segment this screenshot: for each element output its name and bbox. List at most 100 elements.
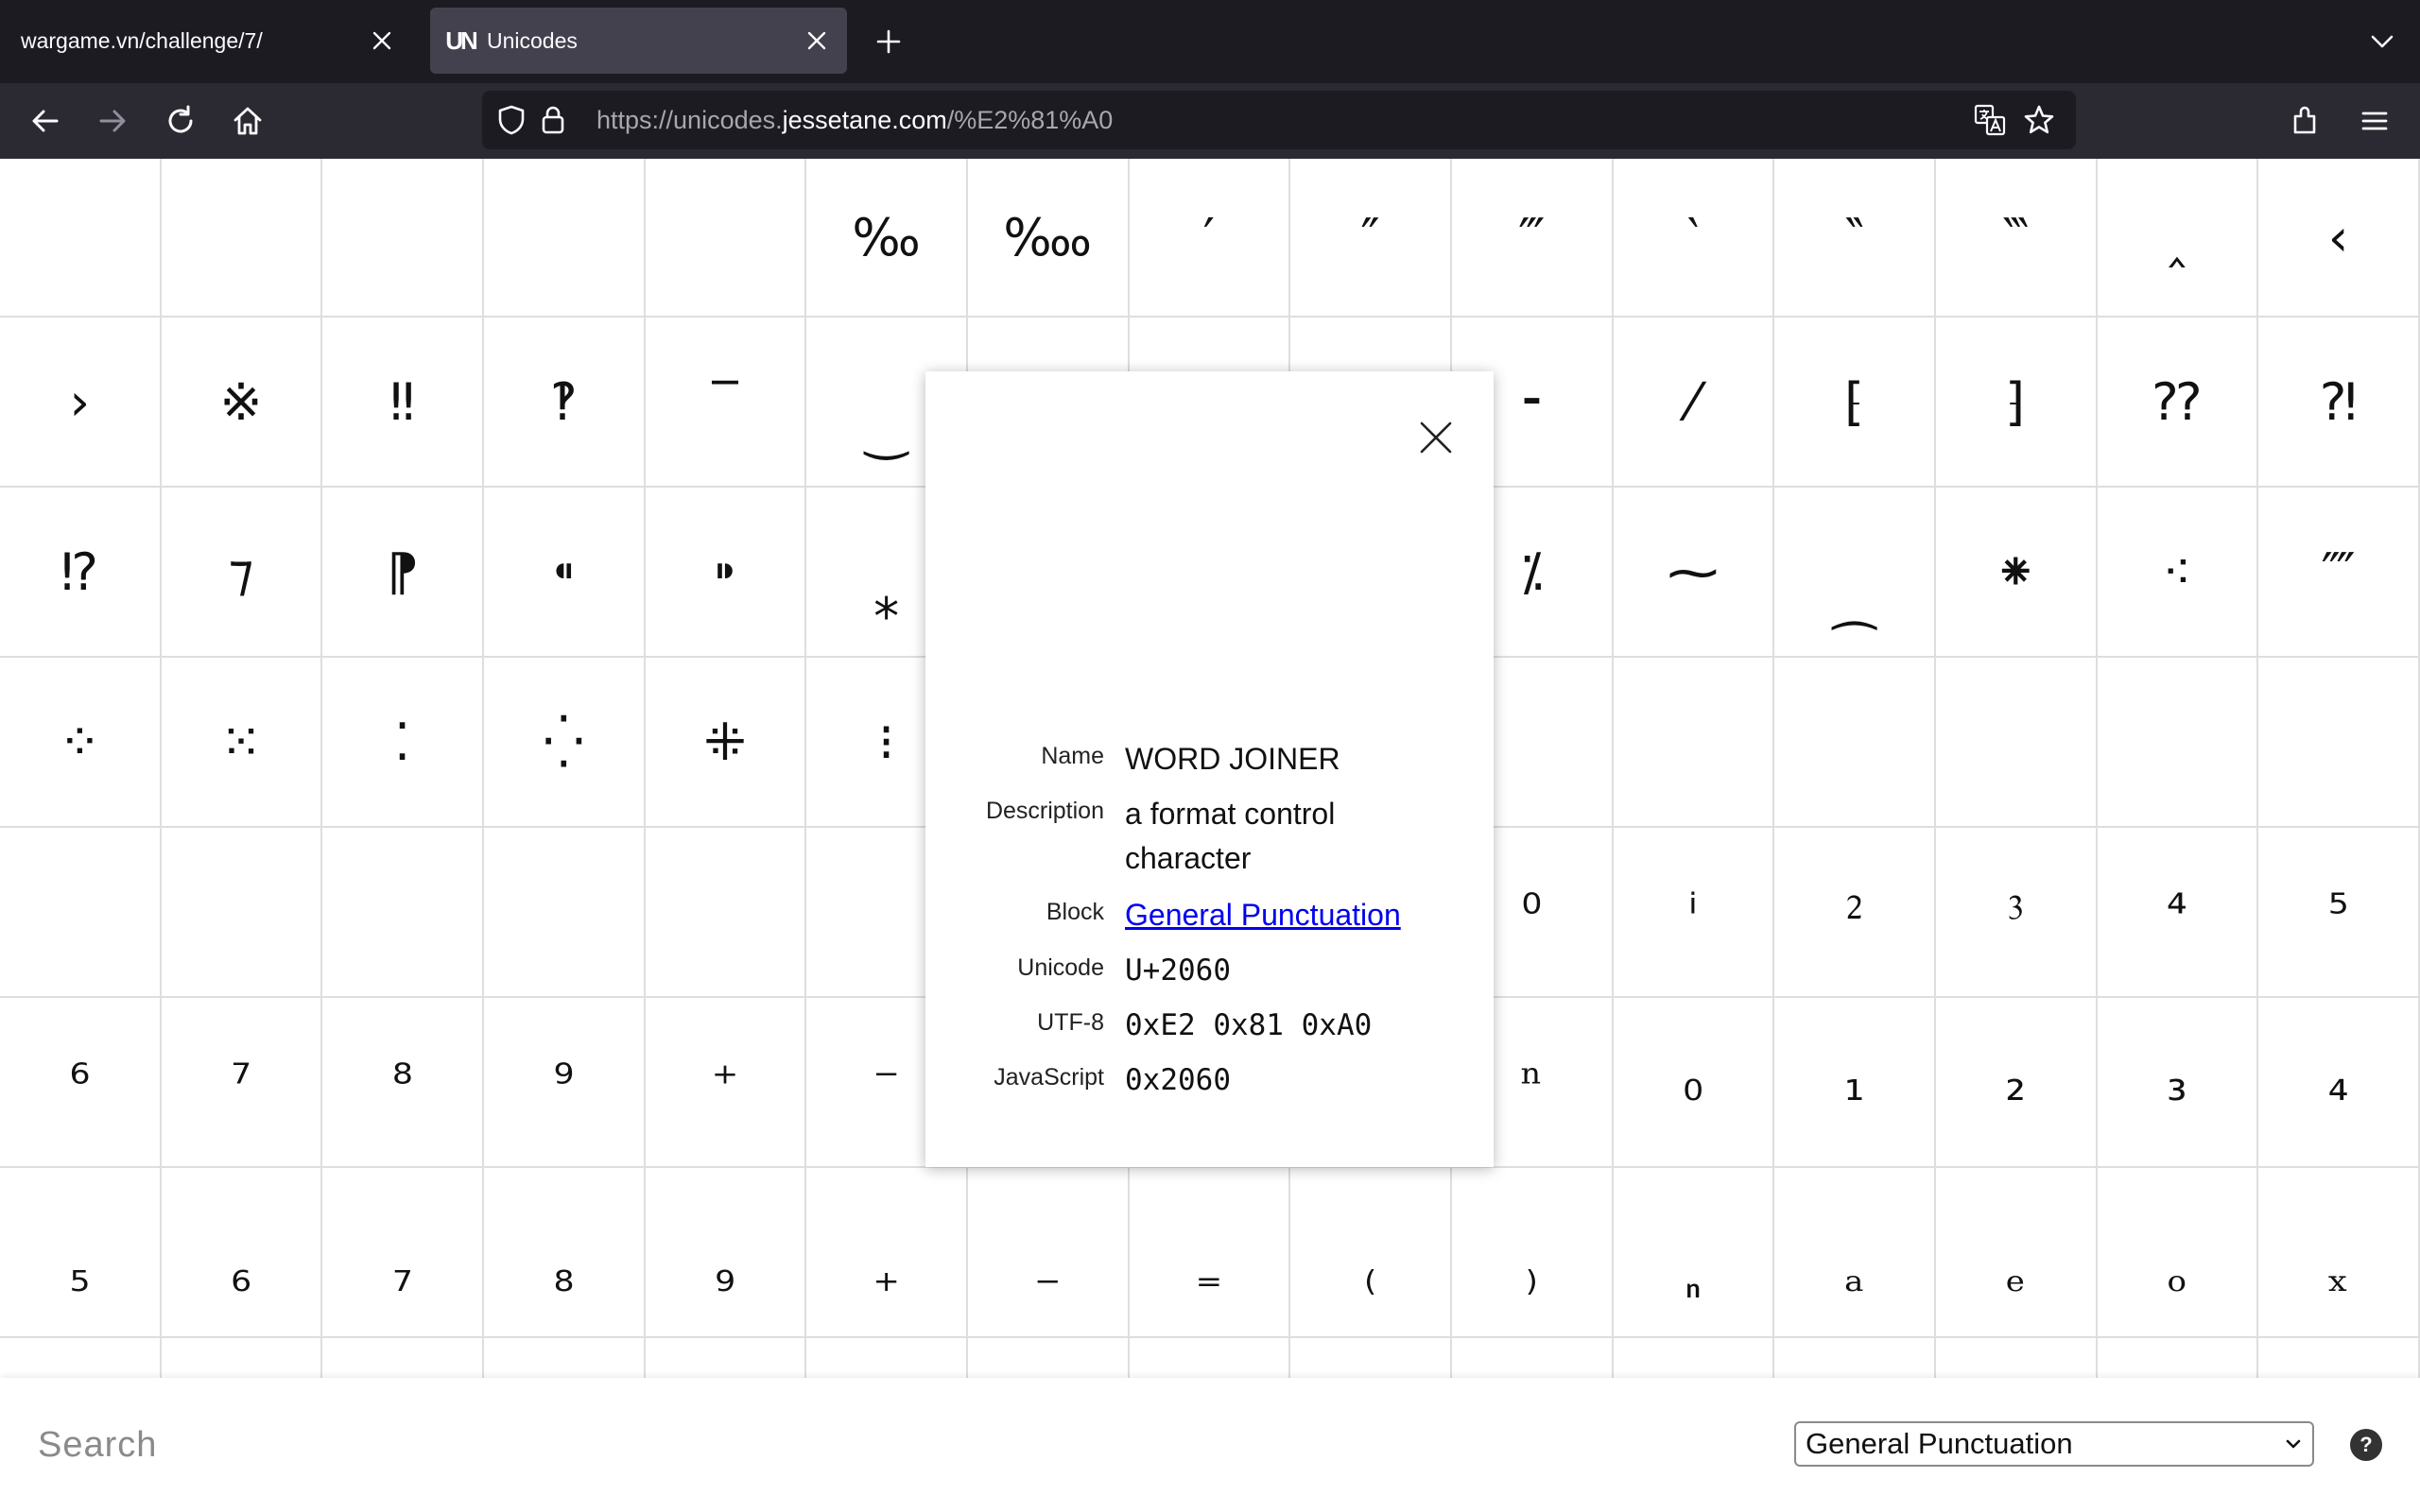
char-cell[interactable]: [483, 828, 646, 998]
char-cell[interactable]: [2258, 658, 2420, 828]
char-cell[interactable]: ⁷: [161, 998, 323, 1168]
char-cell[interactable]: ⁓: [1613, 488, 1775, 658]
char-cell[interactable]: ⁌: [483, 488, 646, 658]
char-cell[interactable]: ⁈: [2258, 318, 2420, 488]
char-cell[interactable]: ₑ: [1935, 1168, 2098, 1338]
char-cell[interactable]: ⁉: [0, 488, 162, 658]
home-button[interactable]: [223, 96, 272, 146]
url-text[interactable]: https://unicodes.jessetane.com/%E2%81%A0: [596, 91, 1113, 149]
char-cell[interactable]: ⁆: [1935, 318, 2098, 488]
char-cell[interactable]: ⁛: [483, 658, 646, 828]
url-bar[interactable]: https://unicodes.jessetane.com/%E2%81%A0: [482, 91, 2076, 149]
char-cell[interactable]: ⁙: [161, 658, 323, 828]
char-cell[interactable]: [1451, 1338, 1614, 1381]
char-cell[interactable]: [645, 1338, 807, 1381]
char-cell[interactable]: ‹: [2258, 159, 2420, 318]
char-cell[interactable]: ₏: [1613, 1168, 1775, 1338]
char-cell[interactable]: ‼: [322, 318, 484, 488]
char-cell[interactable]: ⁳: [1935, 828, 2098, 998]
char-cell[interactable]: ‵: [1613, 159, 1775, 318]
char-cell[interactable]: [2097, 658, 2259, 828]
char-cell[interactable]: ₋: [967, 1168, 1130, 1338]
char-cell[interactable]: ₊: [806, 1168, 968, 1338]
search-input[interactable]: [36, 1416, 1080, 1474]
char-cell[interactable]: ‸: [2097, 159, 2259, 318]
char-cell[interactable]: [483, 1338, 646, 1381]
close-icon[interactable]: [796, 20, 838, 61]
block-link[interactable]: General Punctuation: [1125, 898, 1401, 932]
char-cell[interactable]: [967, 1338, 1130, 1381]
char-cell[interactable]: ‽: [483, 318, 646, 488]
char-cell[interactable]: ₁: [1774, 998, 1936, 1168]
char-cell[interactable]: ⁗: [2258, 488, 2420, 658]
char-cell[interactable]: ₉: [645, 1168, 807, 1338]
char-cell[interactable]: ‰: [806, 159, 968, 318]
char-cell[interactable]: ⁱ: [1613, 828, 1775, 998]
char-cell[interactable]: ›: [0, 318, 162, 488]
char-cell[interactable]: ⁇: [2097, 318, 2259, 488]
char-cell[interactable]: ′: [1129, 159, 1291, 318]
char-cell[interactable]: ₈: [483, 1168, 646, 1338]
char-cell[interactable]: ⁘: [0, 658, 162, 828]
char-cell[interactable]: ₌: [1129, 1168, 1291, 1338]
char-cell[interactable]: [1129, 1338, 1291, 1381]
char-cell[interactable]: [1774, 658, 1936, 828]
char-cell[interactable]: [645, 828, 807, 998]
char-cell[interactable]: ⁊: [161, 488, 323, 658]
char-cell[interactable]: [483, 159, 646, 318]
char-cell[interactable]: ″: [1290, 159, 1452, 318]
char-cell[interactable]: ₃: [2097, 998, 2259, 1168]
char-cell[interactable]: ⁚: [322, 658, 484, 828]
char-cell[interactable]: ⁕: [1935, 488, 2098, 658]
char-cell[interactable]: ‾: [645, 318, 807, 488]
char-cell[interactable]: [1935, 1338, 2098, 1381]
char-cell[interactable]: ‴: [1451, 159, 1614, 318]
menu-button[interactable]: [2350, 96, 2399, 146]
forward-button[interactable]: [88, 96, 137, 146]
char-cell[interactable]: [806, 1338, 968, 1381]
char-cell[interactable]: ₎: [1451, 1168, 1614, 1338]
back-button[interactable]: [21, 96, 70, 146]
translate-icon[interactable]: [1972, 102, 2008, 138]
char-cell[interactable]: [322, 159, 484, 318]
char-cell[interactable]: ⁖: [2097, 488, 2259, 658]
char-cell[interactable]: ⁍: [645, 488, 807, 658]
char-cell[interactable]: [1613, 1338, 1775, 1381]
char-cell[interactable]: ₒ: [2097, 1168, 2259, 1338]
char-cell[interactable]: [0, 1338, 162, 1381]
char-cell[interactable]: ₓ: [2258, 1168, 2420, 1338]
char-cell[interactable]: [1774, 1338, 1936, 1381]
char-cell[interactable]: ⁶: [0, 998, 162, 1168]
char-cell[interactable]: [322, 1338, 484, 1381]
char-cell[interactable]: ⁵: [2258, 828, 2420, 998]
char-cell[interactable]: ⁔: [1774, 488, 1936, 658]
char-cell[interactable]: ⁺: [645, 998, 807, 1168]
lock-icon[interactable]: [535, 102, 571, 138]
char-cell[interactable]: ₂: [1935, 998, 2098, 1168]
char-cell[interactable]: ₅: [0, 1168, 162, 1338]
extensions-button[interactable]: [2282, 96, 2331, 146]
char-cell[interactable]: [0, 159, 162, 318]
char-cell[interactable]: ₇: [322, 1168, 484, 1338]
char-cell[interactable]: ⁜: [645, 658, 807, 828]
char-cell[interactable]: ⁹: [483, 998, 646, 1168]
char-cell[interactable]: ‱: [967, 159, 1130, 318]
char-cell[interactable]: [2258, 1338, 2420, 1381]
char-cell[interactable]: ⁸: [322, 998, 484, 1168]
char-cell[interactable]: [1613, 658, 1775, 828]
reload-button[interactable]: [156, 96, 205, 146]
char-cell[interactable]: ‷: [1935, 159, 2098, 318]
char-cell[interactable]: ⁋: [322, 488, 484, 658]
char-cell[interactable]: ₀: [1613, 998, 1775, 1168]
close-icon[interactable]: [361, 20, 403, 61]
help-button[interactable]: ?: [2350, 1429, 2382, 1461]
char-cell[interactable]: [1935, 658, 2098, 828]
char-cell[interactable]: ⁲: [1774, 828, 1936, 998]
char-cell[interactable]: [0, 828, 162, 998]
char-cell[interactable]: ‶: [1774, 159, 1936, 318]
char-cell[interactable]: ₆: [161, 1168, 323, 1338]
char-cell[interactable]: ※: [161, 318, 323, 488]
char-cell[interactable]: ₍: [1290, 1168, 1452, 1338]
list-all-tabs-button[interactable]: [2360, 19, 2405, 64]
char-cell[interactable]: ₐ: [1774, 1168, 1936, 1338]
